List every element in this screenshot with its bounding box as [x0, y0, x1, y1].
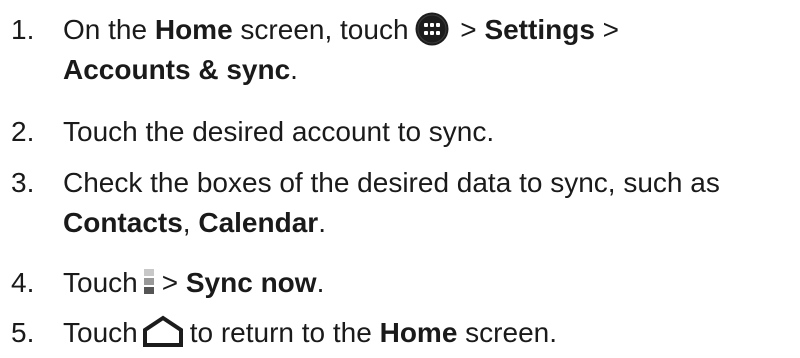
home-icon	[142, 315, 184, 347]
text: screen, touch	[232, 14, 409, 45]
step-number: 5.	[11, 317, 35, 348]
calendar-label: Calendar	[198, 207, 319, 238]
apps-grid-icon	[415, 12, 449, 46]
step-number: 4.	[11, 267, 35, 298]
text: ,	[182, 207, 199, 238]
step-text: Touch to return to the Home screen.	[63, 313, 557, 353]
step-number: 3.	[11, 167, 35, 198]
step-line: Touch to return to the Home screen.	[63, 313, 557, 353]
text: .	[318, 207, 326, 238]
text: .	[290, 54, 298, 85]
step-text: Touch the desired account to sync.	[63, 112, 494, 152]
text: >	[161, 267, 186, 298]
text: >	[594, 14, 620, 45]
text: Touch	[63, 267, 138, 298]
step-text: On the Home screen, touch > Settings > A…	[63, 10, 619, 90]
menu-icon	[143, 267, 154, 297]
text: screen.	[457, 317, 558, 348]
step-text: Touch > Sync now.	[63, 263, 324, 303]
text: .	[316, 267, 325, 298]
step-line: Check the boxes of the desired data to s…	[63, 167, 720, 198]
settings-label: Settings	[484, 14, 595, 45]
step-line: Accounts & sync.	[63, 50, 619, 90]
step-line: Touch the desired account to sync.	[63, 116, 495, 147]
home-label: Home	[379, 317, 458, 348]
step-line: Touch > Sync now.	[63, 263, 324, 303]
sync-now-label: Sync now	[185, 267, 317, 298]
contacts-label: Contacts	[63, 207, 183, 238]
step-line: Contacts, Calendar.	[63, 203, 720, 243]
text: >	[452, 14, 485, 45]
step-number: 2.	[11, 116, 35, 147]
step-text: Check the boxes of the desired data to s…	[63, 163, 720, 243]
text: Touch	[63, 317, 138, 348]
step-line: On the Home screen, touch > Settings >	[63, 10, 619, 50]
text: On the	[63, 14, 155, 45]
accounts-sync-label: Accounts & sync	[63, 54, 291, 85]
home-label: Home	[154, 14, 233, 45]
text: to return to the	[189, 317, 380, 348]
step-number: 1.	[11, 14, 35, 45]
